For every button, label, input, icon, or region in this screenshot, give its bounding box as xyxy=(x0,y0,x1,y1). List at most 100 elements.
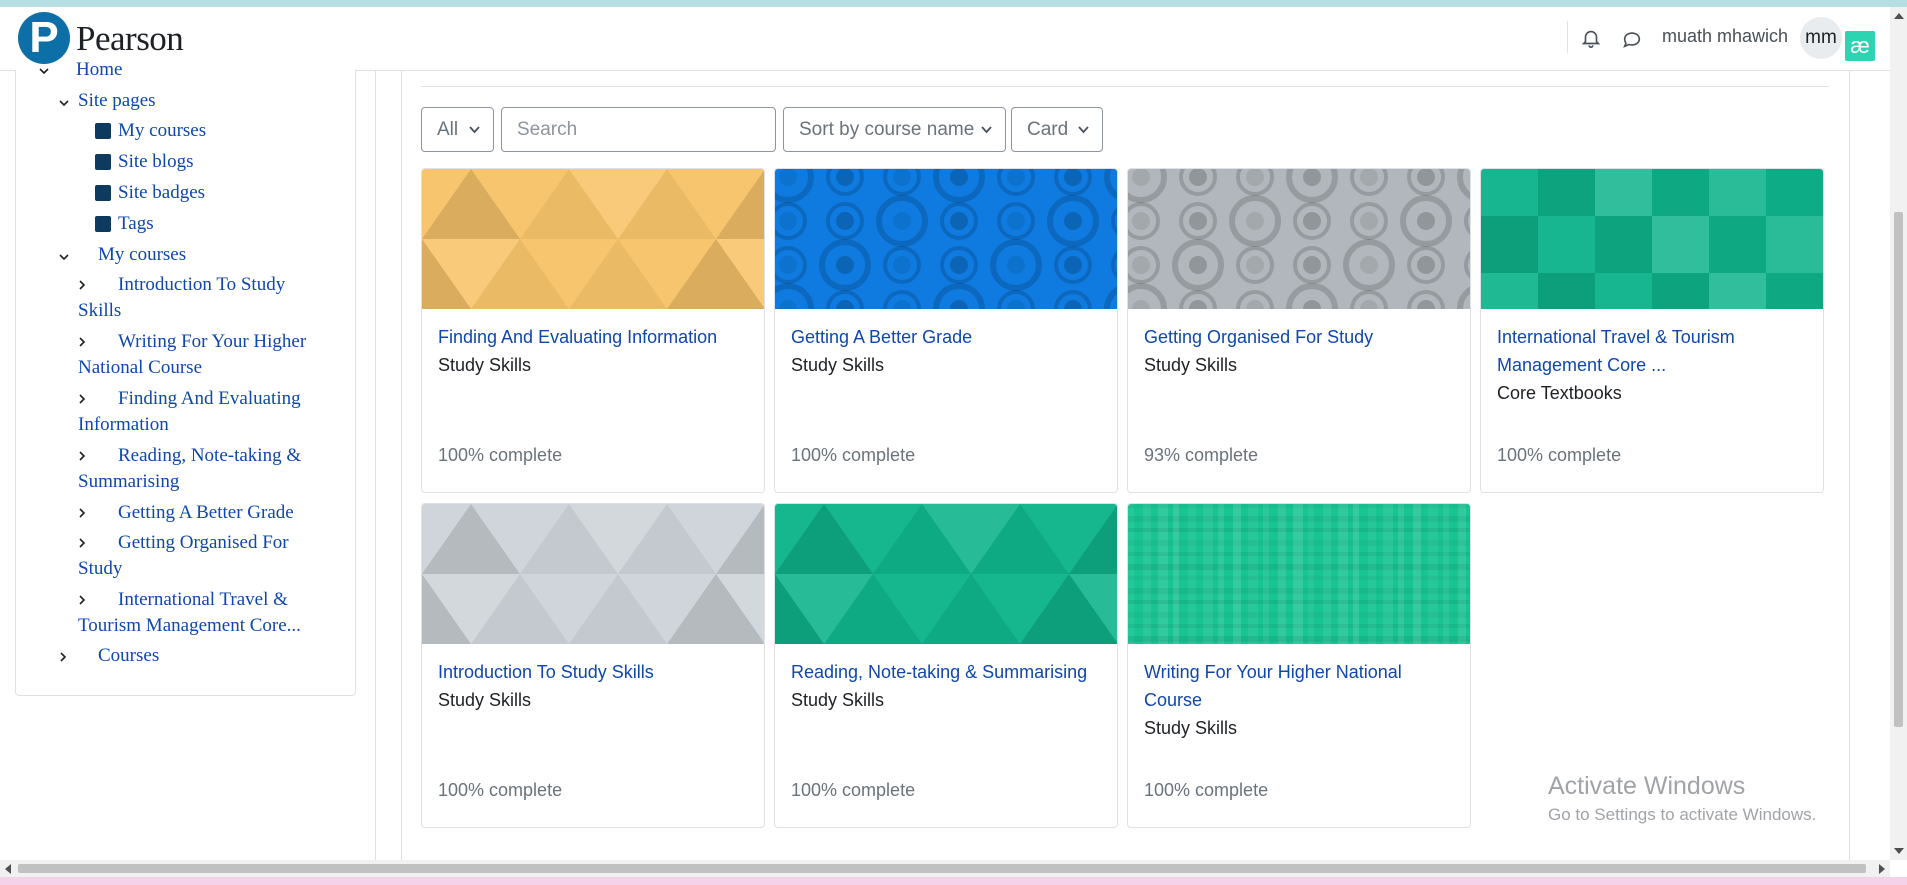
drawer-divider xyxy=(375,70,376,860)
scroll-down-arrow-icon[interactable] xyxy=(1894,848,1904,854)
chevron-right-icon[interactable] xyxy=(77,595,87,605)
course-title-block: Introduction To Study Skills Study Skills xyxy=(438,658,750,714)
course-image[interactable] xyxy=(422,504,764,644)
tree-item-course-6-continued[interactable]: Study xyxy=(78,556,122,582)
chevron-down-icon[interactable] xyxy=(59,252,69,262)
course-category: Study Skills xyxy=(438,690,532,710)
user-name[interactable]: muath mhawich xyxy=(1662,26,1788,47)
messages-chat-icon[interactable] xyxy=(1621,28,1643,50)
course-progress-text: 93% complete xyxy=(1144,445,1259,465)
course-image[interactable] xyxy=(1481,169,1823,309)
course-progress-text: 100% complete xyxy=(791,780,916,800)
tree-item-my-courses[interactable]: My courses xyxy=(98,242,186,268)
chevron-right-icon[interactable] xyxy=(77,451,87,461)
course-card[interactable]: Writing For Your Higher National Course S… xyxy=(1127,503,1471,828)
course-image[interactable] xyxy=(1128,169,1470,309)
brand-name[interactable]: Pearson xyxy=(76,19,184,59)
section-divider xyxy=(421,86,1829,87)
tree-item-courses[interactable]: Courses xyxy=(98,643,159,669)
tree-item-site-pages[interactable]: Site pages xyxy=(78,88,156,114)
course-title-link[interactable]: Introduction To Study Skills xyxy=(438,658,750,686)
sort-dropdown[interactable]: Sort by course name xyxy=(783,107,1006,152)
vertical-scrollbar[interactable] xyxy=(1890,7,1907,860)
chevron-right-icon[interactable] xyxy=(77,394,87,404)
course-progress-text: 100% complete xyxy=(791,445,916,465)
tree-item-my-courses-link[interactable]: My courses xyxy=(118,118,206,144)
tree-item-course-7-continued[interactable]: Tourism Management Core... xyxy=(78,613,301,639)
sort-label: Sort by course name xyxy=(799,119,975,140)
grouping-filter-label: All xyxy=(437,119,459,140)
course-progress-text: 100% complete xyxy=(438,445,563,465)
horizontal-scrollbar[interactable] xyxy=(0,860,1890,877)
course-card[interactable]: Reading, Note-taking & Summarising Study … xyxy=(774,503,1118,828)
tree-item-course-2-continued[interactable]: National Course xyxy=(78,355,202,381)
course-index-drawer: Home Site pages My courses Site blogs Site b… xyxy=(15,59,356,696)
windows-activation-watermark: Activate Windows Go to Settings to activ… xyxy=(1548,772,1816,825)
view-mode-dropdown[interactable]: Card xyxy=(1011,107,1103,152)
course-category: Study Skills xyxy=(1144,355,1238,375)
notifications-bell-icon[interactable] xyxy=(1580,27,1602,49)
scroll-left-arrow-icon[interactable] xyxy=(5,864,11,874)
horizontal-scroll-thumb[interactable] xyxy=(18,864,1866,873)
course-image[interactable] xyxy=(1128,504,1470,644)
course-card[interactable]: International Travel & Tourism Managemen… xyxy=(1480,168,1824,493)
scroll-up-arrow-icon[interactable] xyxy=(1894,13,1904,19)
grouping-filter-dropdown[interactable]: All xyxy=(421,107,494,152)
navbar-divider xyxy=(1567,21,1568,53)
course-title-block: International Travel & Tourism Managemen… xyxy=(1497,323,1809,407)
tree-item-course-2[interactable]: Writing For Your Higher xyxy=(118,329,306,355)
tree-item-course-1-continued[interactable]: Skills xyxy=(78,298,121,324)
ae-extension-badge[interactable]: æ xyxy=(1845,31,1875,61)
course-title-link[interactable]: Finding And Evaluating Information xyxy=(438,323,750,351)
chevron-right-icon[interactable] xyxy=(77,337,87,347)
chevron-down-icon[interactable] xyxy=(59,98,69,108)
chevron-right-icon[interactable] xyxy=(77,538,87,548)
course-title-block: Finding And Evaluating Information Study … xyxy=(438,323,750,379)
tree-item-course-3[interactable]: Finding And Evaluating xyxy=(118,386,301,412)
tree-item-course-7[interactable]: International Travel & xyxy=(118,587,288,613)
tree-item-home[interactable]: Home xyxy=(76,57,122,83)
course-image[interactable] xyxy=(775,169,1117,309)
course-title-block: Reading, Note-taking & Summarising Study … xyxy=(791,658,1103,714)
taskbar-strip xyxy=(0,877,1907,885)
course-search-input[interactable]: Search xyxy=(501,107,776,152)
tree-item-course-5[interactable]: Getting A Better Grade xyxy=(118,500,294,526)
course-image[interactable] xyxy=(775,504,1117,644)
tree-item-course-4-continued[interactable]: Summarising xyxy=(78,469,179,495)
view-mode-label: Card xyxy=(1027,119,1069,140)
chevron-right-icon[interactable] xyxy=(77,508,87,518)
chevron-right-icon[interactable] xyxy=(77,280,87,290)
pearson-logo-icon[interactable]: P xyxy=(18,12,70,64)
tree-item-site-blogs[interactable]: Site blogs xyxy=(118,149,193,175)
scroll-right-arrow-icon[interactable] xyxy=(1879,864,1885,874)
course-card[interactable]: Finding And Evaluating Information Study … xyxy=(421,168,765,493)
tree-item-course-3-continued[interactable]: Information xyxy=(78,412,169,438)
course-title-link[interactable]: Reading, Note-taking & Summarising xyxy=(791,658,1103,686)
course-title-link[interactable]: International Travel & Tourism Managemen… xyxy=(1497,323,1809,379)
user-avatar[interactable]: mm xyxy=(1800,17,1842,59)
course-progress-text: 100% complete xyxy=(438,780,563,800)
course-card[interactable]: Introduction To Study Skills Study Skills… xyxy=(421,503,765,828)
tree-item-tags[interactable]: Tags xyxy=(118,211,154,237)
chevron-down-icon[interactable] xyxy=(39,66,49,76)
tree-item-course-4[interactable]: Reading, Note-taking & xyxy=(118,443,301,469)
course-card[interactable]: Getting A Better Grade Study Skills 100% c… xyxy=(774,168,1118,493)
course-title-link[interactable]: Writing For Your Higher National Course xyxy=(1144,658,1456,714)
course-category: Core Textbooks xyxy=(1497,383,1622,403)
tree-item-site-badges[interactable]: Site badges xyxy=(118,180,205,206)
course-image[interactable] xyxy=(422,169,764,309)
chevron-down-icon xyxy=(1078,126,1089,134)
chevron-down-icon xyxy=(981,126,992,134)
tree-item-course-6[interactable]: Getting Organised For xyxy=(118,530,289,556)
course-title-block: Writing For Your Higher National Course S… xyxy=(1144,658,1456,742)
watermark-subtitle: Go to Settings to activate Windows. xyxy=(1548,805,1817,824)
course-title-link[interactable]: Getting A Better Grade xyxy=(791,323,1103,351)
page-icon xyxy=(95,185,111,201)
vertical-scroll-thumb[interactable] xyxy=(1894,212,1903,727)
course-category: Study Skills xyxy=(791,355,885,375)
course-title-link[interactable]: Getting Organised For Study xyxy=(1144,323,1456,351)
tree-item-course-1[interactable]: Introduction To Study xyxy=(118,272,285,298)
course-progress-text: 100% complete xyxy=(1144,780,1269,800)
chevron-right-icon[interactable] xyxy=(58,652,68,662)
course-card[interactable]: Getting Organised For Study Study Skills 9… xyxy=(1127,168,1471,493)
